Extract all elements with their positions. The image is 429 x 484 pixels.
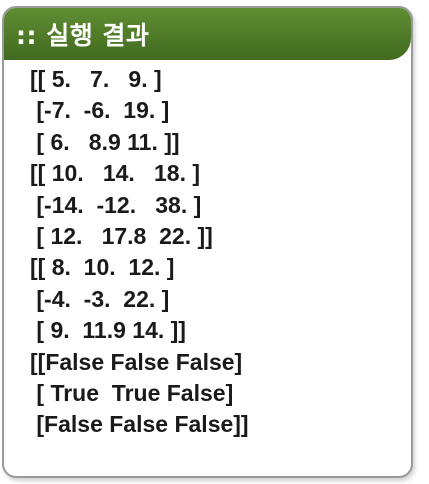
output-line: [False False False]] bbox=[30, 411, 249, 438]
result-panel: :: 실행 결과 [[ 5. 7. 9. ] [-7. -6. 19. ] [ … bbox=[2, 6, 413, 478]
output-line: [[ 5. 7. 9. ] bbox=[30, 66, 162, 92]
output-line: [ True True False] bbox=[30, 380, 234, 407]
output-line: [-7. -6. 19. ] bbox=[30, 97, 170, 124]
output-block: [[ 5. 7. 9. ] [-7. -6. 19. ] [ 6. 8.9 11… bbox=[4, 60, 411, 441]
output-line: [-4. -3. 22. ] bbox=[30, 285, 170, 312]
output-line: [-14. -12. 38. ] bbox=[30, 191, 202, 218]
result-header: :: 실행 결과 bbox=[4, 8, 411, 60]
output-line: [[ 8. 10. 12. ] bbox=[30, 254, 175, 281]
output-line: [ 12. 17.8 22. ]] bbox=[30, 223, 213, 250]
result-title: :: 실행 결과 bbox=[16, 21, 150, 50]
output-line: [[False False False] bbox=[30, 348, 243, 375]
output-line: [ 9. 11.9 14. ]] bbox=[30, 317, 186, 344]
output-line: [ 6. 8.9 11. ]] bbox=[30, 128, 180, 155]
output-line: [[ 10. 14. 18. ] bbox=[30, 160, 201, 187]
